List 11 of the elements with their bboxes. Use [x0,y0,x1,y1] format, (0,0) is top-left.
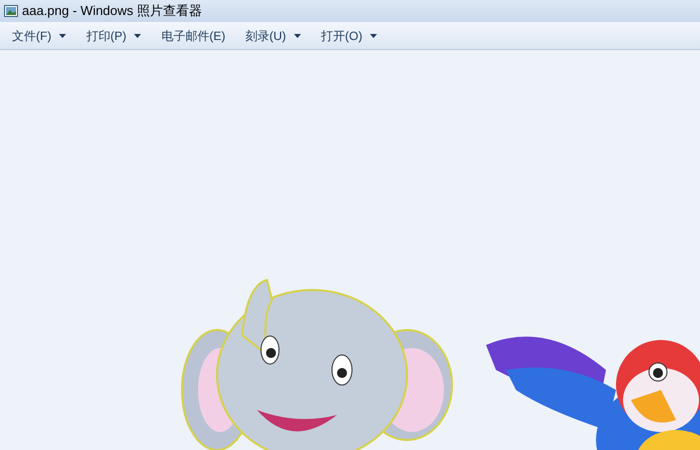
menu-button[interactable]: 打印(P) [82,24,146,46]
menu-button[interactable]: 文件(F) [8,24,70,46]
caret-icon [294,34,301,38]
caret-icon [370,34,378,38]
window-title: aaa.png - Windows 照片查看器 [22,2,202,20]
picture-icon [4,5,18,17]
caret-icon [59,34,66,38]
menu-button[interactable]: 刻录(U) [241,24,305,46]
menu-button[interactable]: 打开(O) [317,24,382,46]
caret-icon [134,34,142,38]
menu-button[interactable]: 电子邮件(E) [157,24,230,46]
